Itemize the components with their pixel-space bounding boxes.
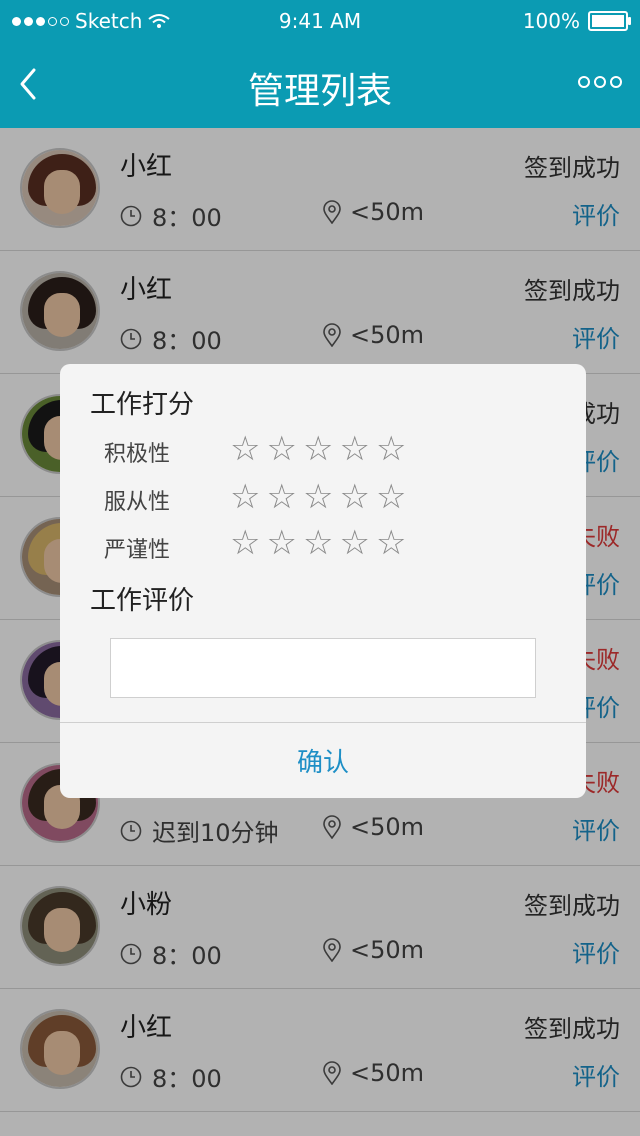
star-icon[interactable]: ☆: [376, 480, 406, 514]
star-rating-rigor[interactable]: ☆ ☆ ☆ ☆ ☆: [230, 526, 406, 560]
star-icon[interactable]: ☆: [230, 432, 260, 466]
star-icon[interactable]: ☆: [230, 526, 260, 560]
comment-input[interactable]: [110, 638, 536, 698]
star-icon[interactable]: ☆: [376, 432, 406, 466]
criterion-label-obedience: 服从性: [104, 490, 171, 515]
confirm-button[interactable]: 确认: [60, 723, 586, 798]
star-icon[interactable]: ☆: [376, 526, 406, 560]
comment-title: 工作评价: [90, 586, 195, 616]
star-icon[interactable]: ☆: [230, 480, 260, 514]
star-icon[interactable]: ☆: [339, 526, 369, 560]
page-title: 管理列表: [247, 71, 392, 112]
criterion-label-positivity: 积极性: [104, 442, 171, 467]
star-icon[interactable]: ☆: [266, 432, 296, 466]
star-rating-obedience[interactable]: ☆ ☆ ☆ ☆ ☆: [230, 480, 406, 514]
status-right: 100%: [522, 9, 631, 33]
app-header: Sketch 9:41 AM 100% 管理列表: [0, 0, 640, 128]
battery-percentage: 100%: [522, 9, 580, 33]
star-icon[interactable]: ☆: [303, 480, 333, 514]
rating-dialog: 工作打分 积极性 ☆ ☆ ☆ ☆ ☆ 服从性 ☆ ☆ ☆ ☆ ☆ 严谨性 ☆ ☆ ☆ ☆ ☆ 工作评价 …: [60, 364, 586, 798]
star-icon[interactable]: ☆: [303, 526, 333, 560]
star-icon[interactable]: ☆: [266, 480, 296, 514]
star-rating-positivity[interactable]: ☆ ☆ ☆ ☆ ☆: [230, 432, 406, 466]
star-icon[interactable]: ☆: [339, 480, 369, 514]
star-icon[interactable]: ☆: [339, 432, 369, 466]
status-bar: Sketch 9:41 AM 100%: [0, 0, 640, 40]
star-icon[interactable]: ☆: [303, 432, 333, 466]
more-options-icon[interactable]: [578, 76, 622, 88]
dialog-title: 工作打分: [90, 390, 195, 420]
criterion-label-rigor: 严谨性: [104, 538, 171, 563]
battery-icon: [588, 11, 631, 31]
star-icon[interactable]: ☆: [266, 526, 296, 560]
